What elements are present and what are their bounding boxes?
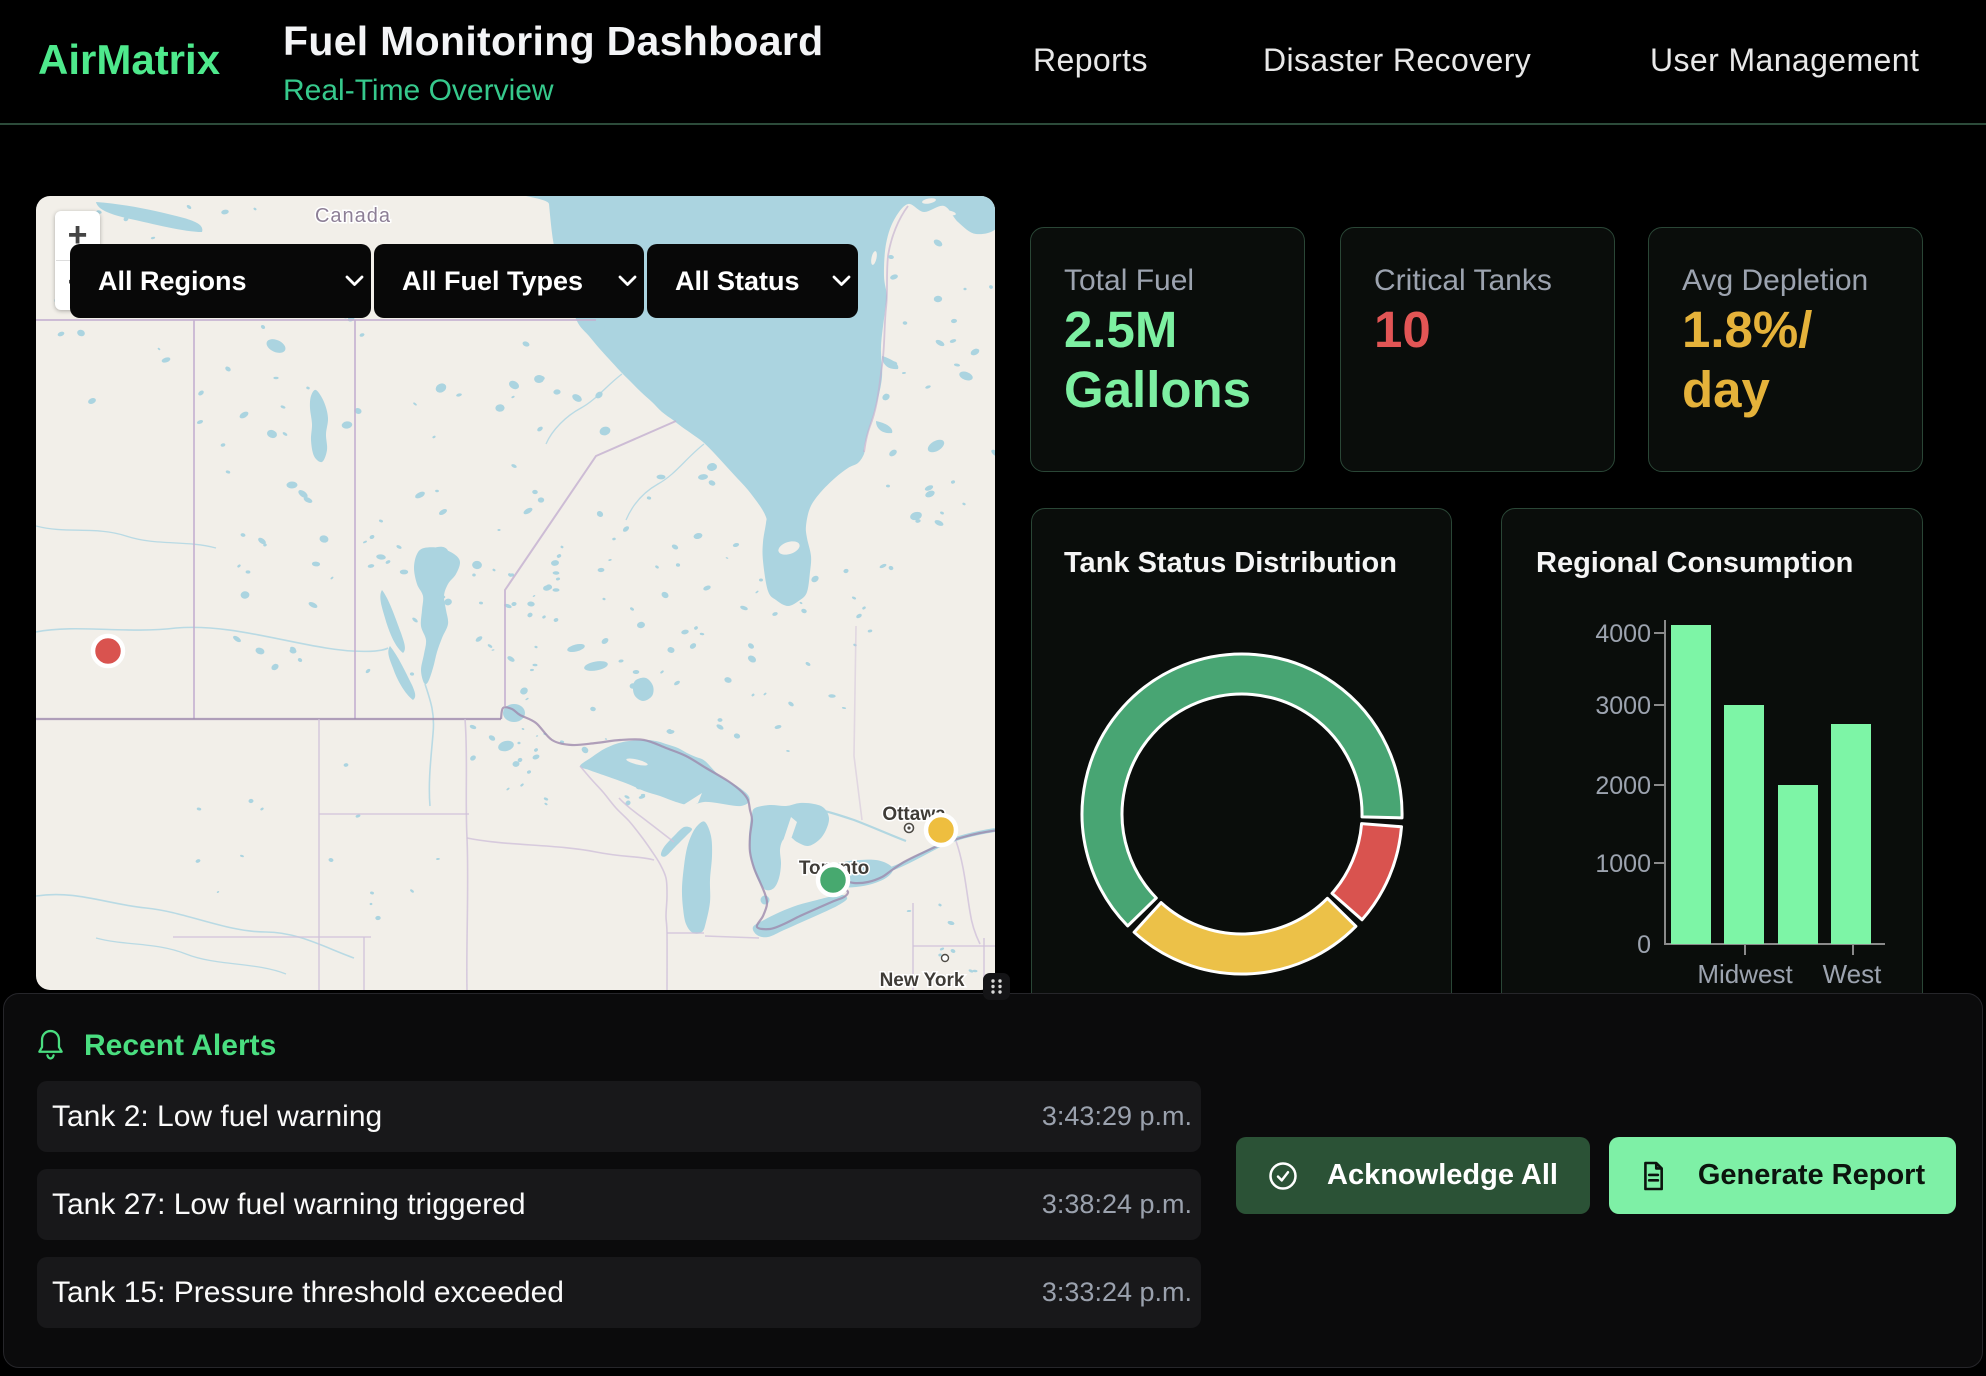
svg-text:1000: 1000 — [1595, 850, 1651, 878]
svg-text:Canada: Canada — [315, 205, 391, 227]
svg-text:3000: 3000 — [1595, 692, 1651, 720]
svg-text:New York: New York — [880, 970, 965, 990]
svg-text:0: 0 — [1637, 931, 1651, 959]
svg-text:West: West — [1823, 959, 1883, 988]
svg-text:2000: 2000 — [1595, 772, 1651, 800]
svg-text:4000: 4000 — [1595, 620, 1651, 648]
svg-text:Midwest: Midwest — [1697, 959, 1793, 988]
